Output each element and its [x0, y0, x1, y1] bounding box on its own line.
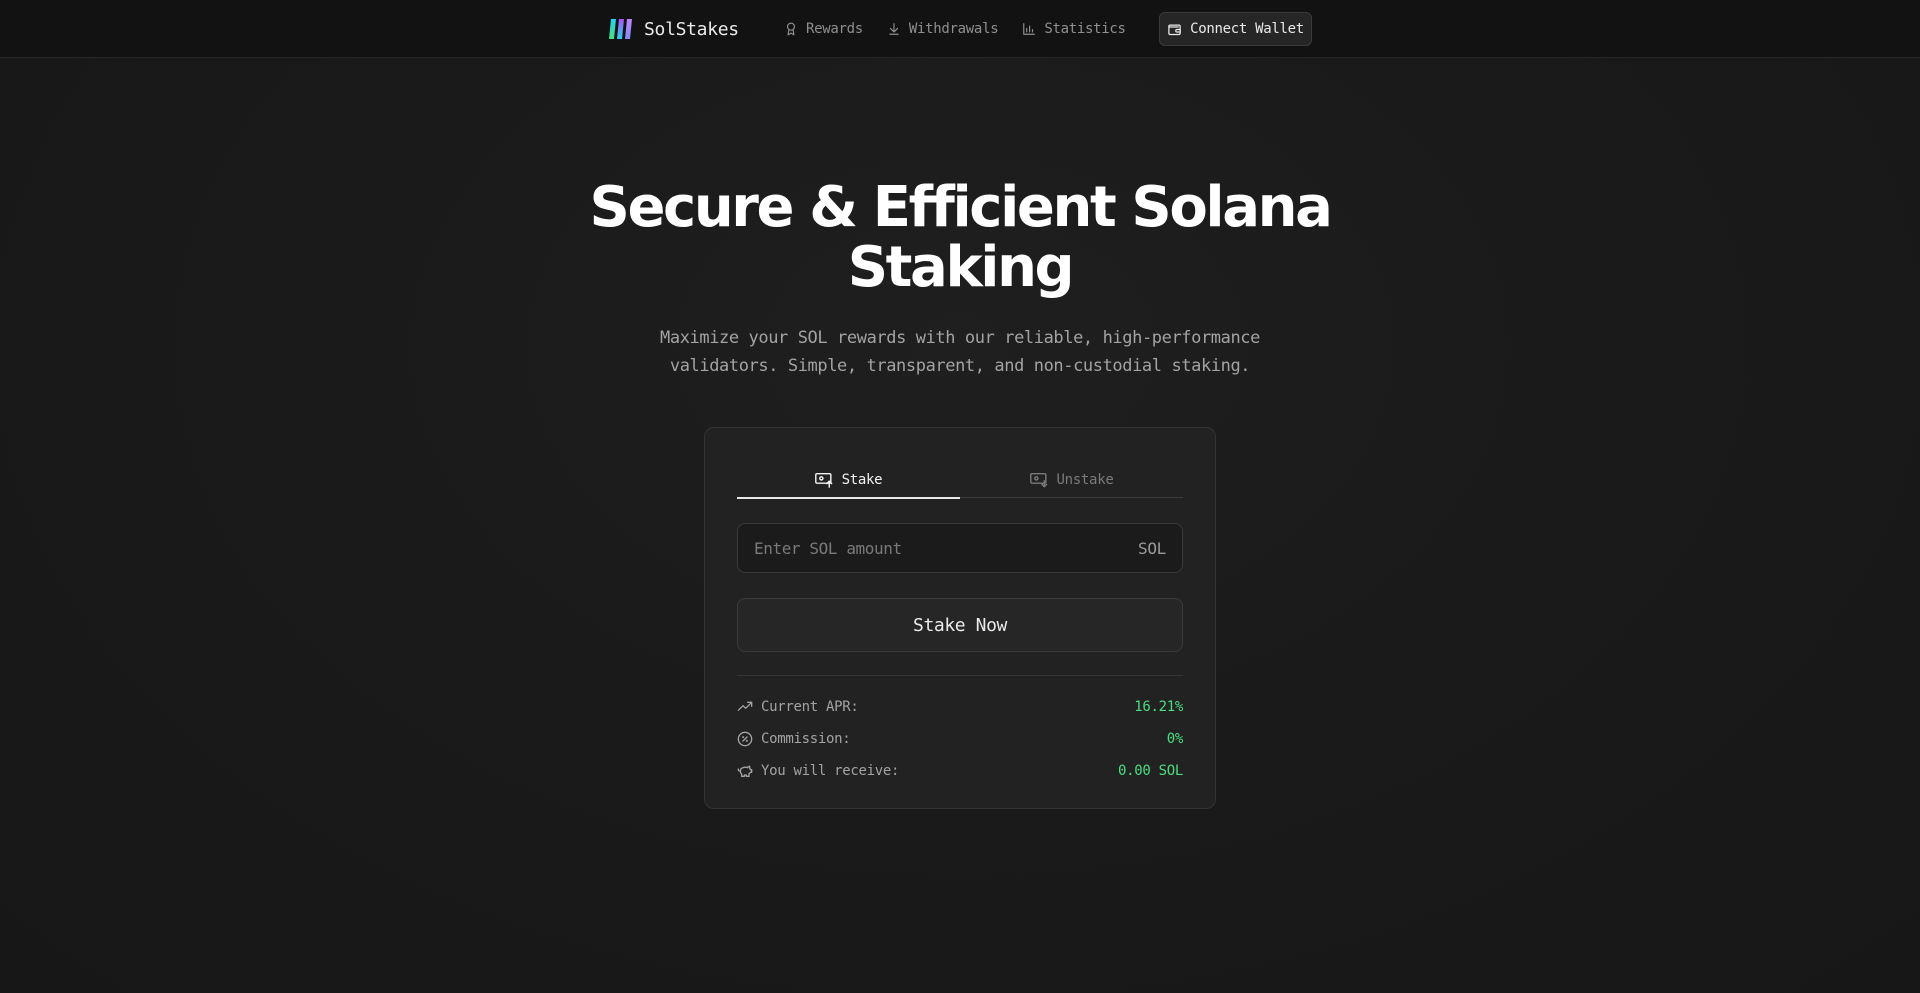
brand[interactable]: SolStakes: [608, 16, 739, 42]
stake-upload-icon: [814, 472, 833, 488]
stat-label: Current APR:: [761, 699, 859, 715]
bar-chart-icon: [1023, 23, 1036, 35]
stat-row-receive: You will receive: 0.00 SOL: [737, 755, 1183, 787]
hero-title-line1: Secure & Efficient Solana: [589, 175, 1333, 240]
stat-row-apr: Current APR: 16.21%: [737, 691, 1183, 723]
stake-card: Stake Unstake SOL Stake Now Current APR:…: [704, 427, 1216, 809]
stake-now-button[interactable]: Stake Now: [737, 598, 1183, 652]
hero-subtitle: Maximize your SOL rewards with our relia…: [660, 324, 1260, 380]
nav-link-label: Rewards: [806, 21, 863, 37]
nav-link-label: Statistics: [1044, 21, 1126, 37]
award-icon: [786, 22, 796, 36]
stat-label: You will receive:: [761, 763, 900, 779]
nav-link-label: Withdrawals: [908, 21, 999, 37]
tab-unstake[interactable]: Unstake: [960, 462, 1183, 498]
stake-tabs: Stake Unstake: [737, 462, 1183, 499]
tab-unstake-label: Unstake: [1056, 472, 1114, 488]
stat-row-commission: Commission: 0%: [737, 723, 1183, 755]
connect-wallet-button[interactable]: Connect Wallet: [1159, 12, 1312, 46]
nav-link-statistics[interactable]: Statistics: [1022, 21, 1126, 37]
tab-stake[interactable]: Stake: [737, 462, 960, 499]
top-nav: SolStakes Rewards Withdrawals Statistics…: [0, 0, 1920, 58]
nav-link-rewards[interactable]: Rewards: [784, 21, 863, 37]
brand-name: SolStakes: [644, 18, 739, 40]
nav-link-withdrawals[interactable]: Withdrawals: [887, 21, 999, 37]
trending-up-icon: [737, 701, 753, 711]
solstakes-logo-icon: [609, 19, 632, 39]
sol-amount-input[interactable]: [754, 538, 1138, 558]
wallet-icon: [1168, 24, 1181, 35]
stake-stats: Current APR: 16.21% Commission: 0% You w…: [737, 691, 1183, 787]
unstake-download-icon: [1029, 472, 1047, 488]
sol-unit-label: SOL: [1138, 538, 1166, 558]
hero-subtitle-line2: validators. Simple, transparent, and non…: [669, 356, 1251, 376]
stat-value: 0.00 SOL: [1117, 763, 1183, 779]
stat-value: 16.21%: [1134, 699, 1183, 715]
hero-title: Secure & Efficient Solana Staking: [560, 178, 1360, 298]
hero-title-line2: Staking: [847, 235, 1075, 300]
stat-label: Commission:: [761, 731, 851, 747]
piggy-bank-icon: [737, 765, 753, 777]
hero-subtitle-line1: Maximize your SOL rewards with our relia…: [660, 328, 1260, 348]
sol-amount-field: SOL: [737, 523, 1183, 573]
nav-links: Rewards Withdrawals Statistics: [784, 18, 1126, 40]
tab-stake-label: Stake: [841, 472, 883, 488]
percent-badge-icon: [737, 731, 753, 747]
divider: [737, 675, 1183, 676]
download-icon: [889, 23, 899, 35]
connect-wallet-label: Connect Wallet: [1190, 21, 1304, 37]
stat-value: 0%: [1166, 731, 1184, 747]
